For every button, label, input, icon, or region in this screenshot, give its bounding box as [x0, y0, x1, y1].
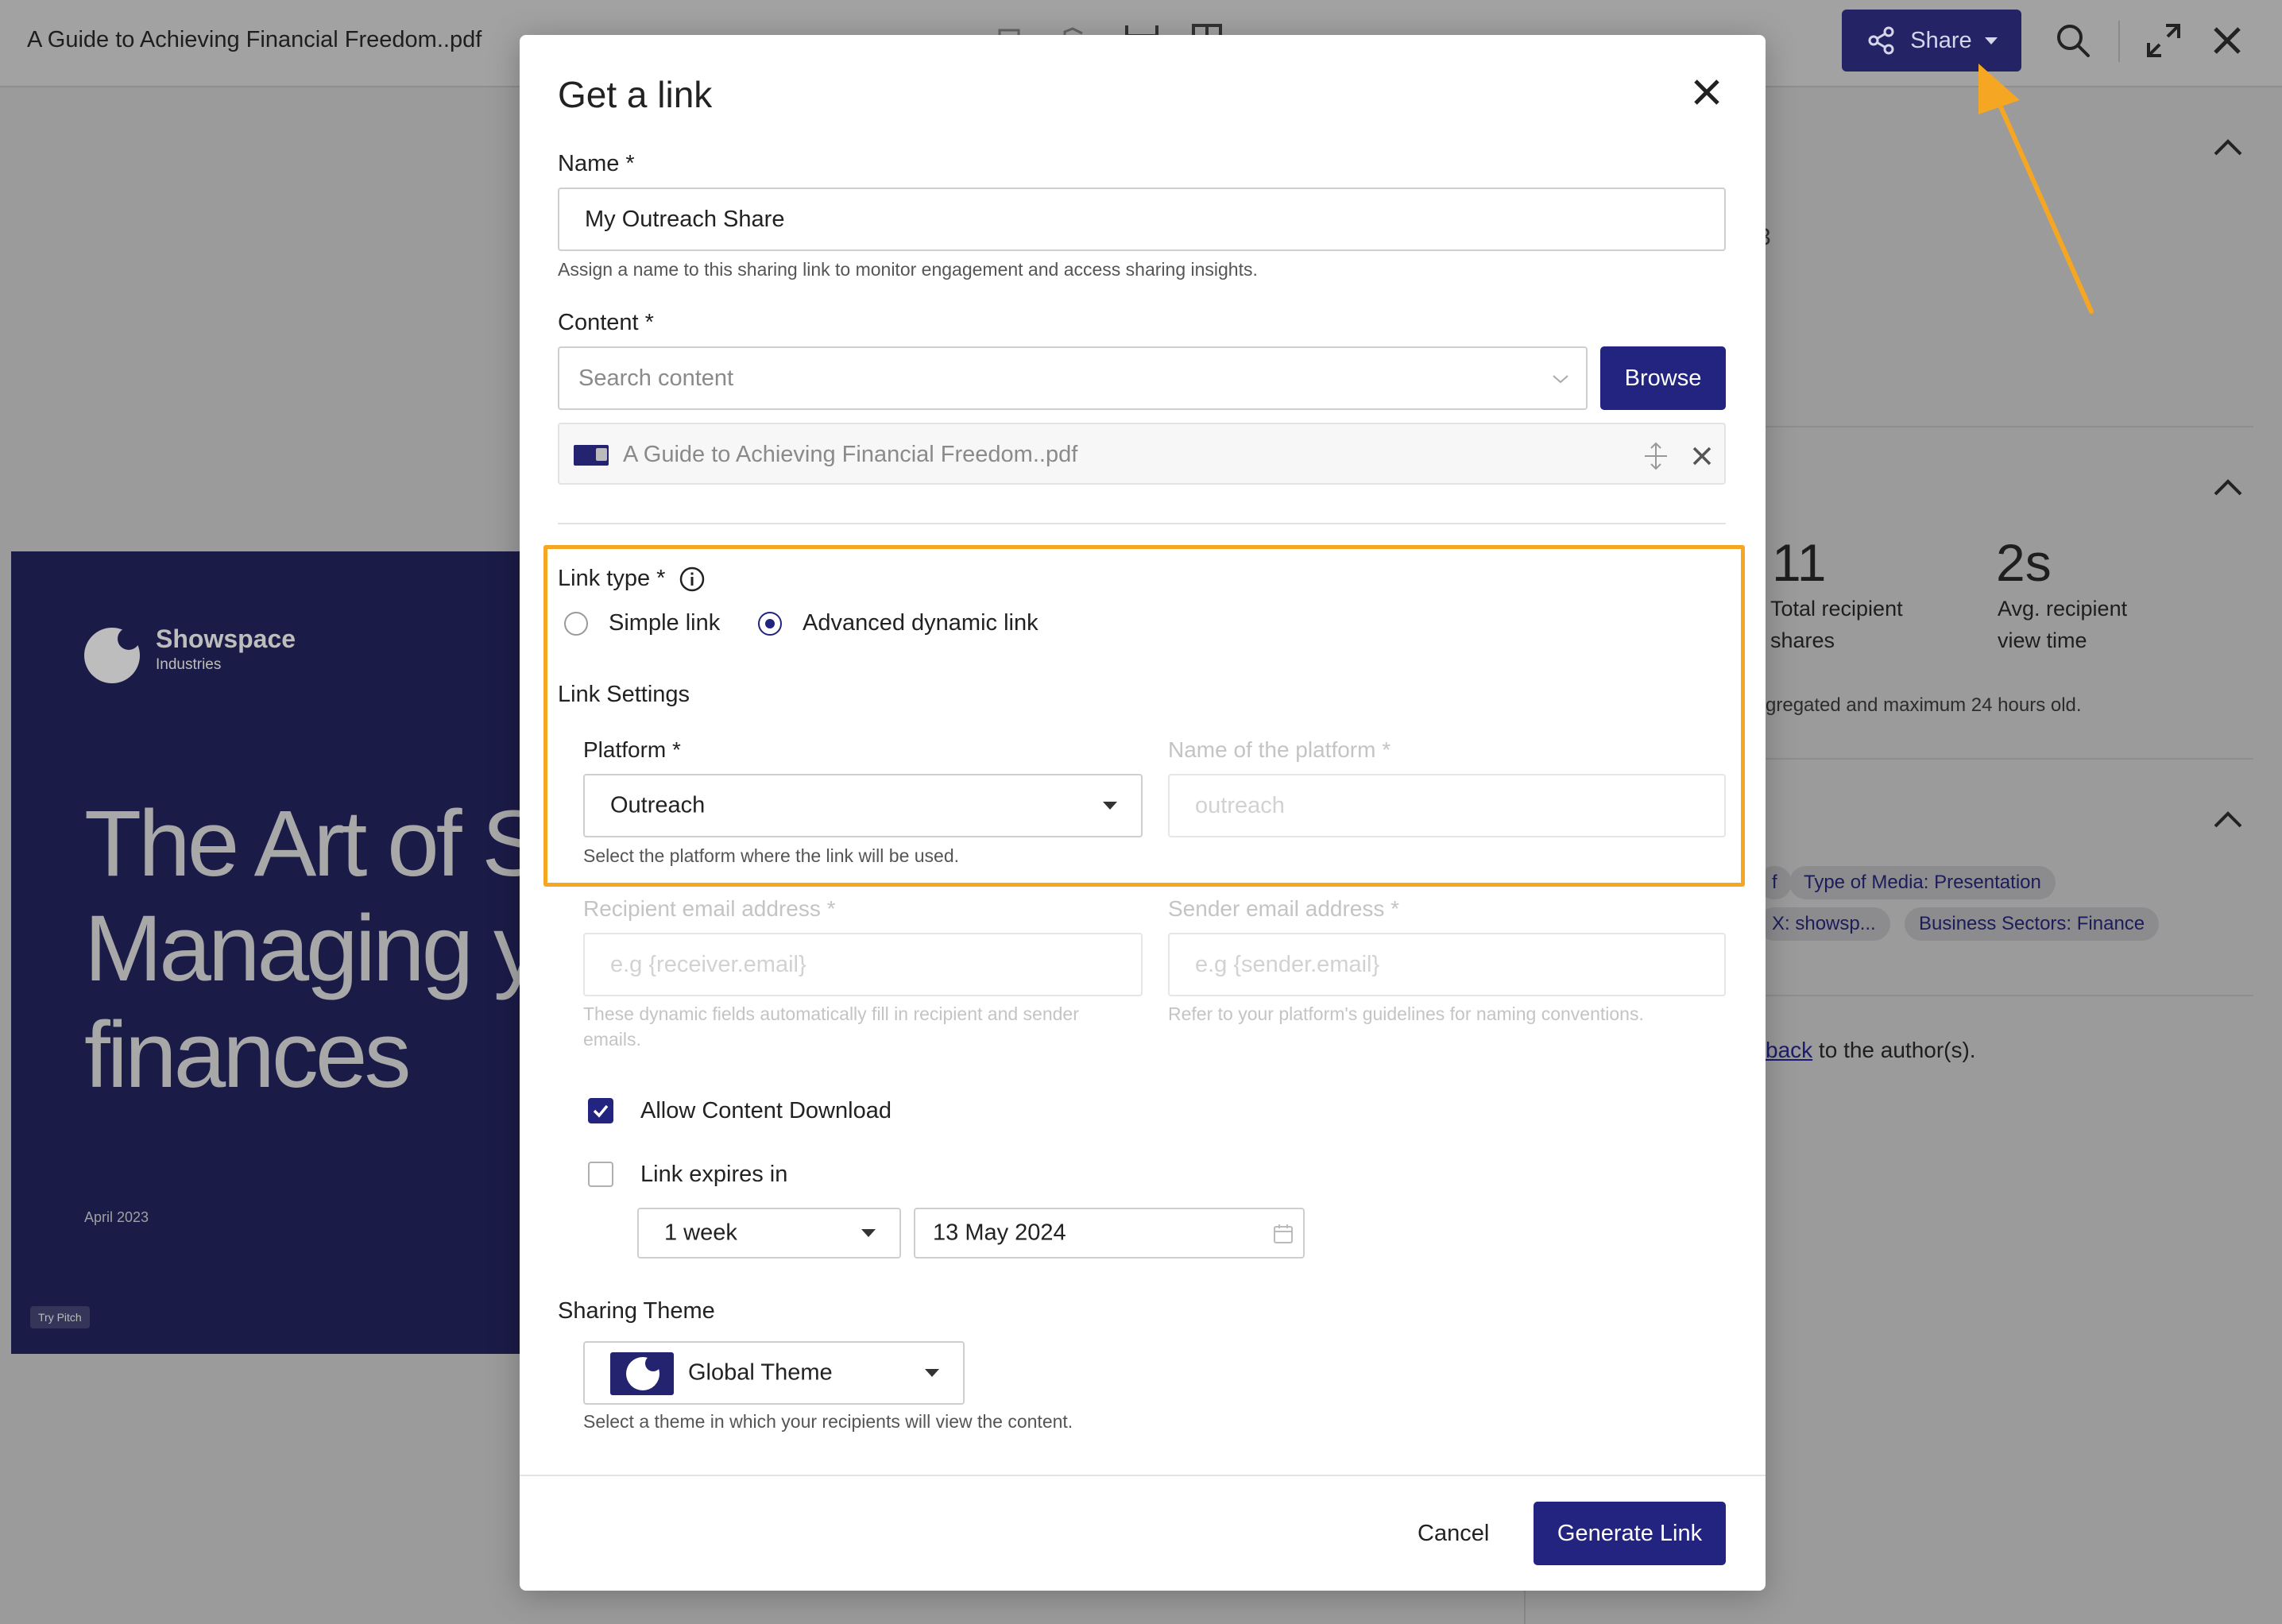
platform-label: Platform *: [583, 737, 681, 762]
feedback-text: back to the author(s).: [1766, 1038, 1976, 1062]
selected-content-item: A Guide to Achieving Financial Freedom..…: [558, 423, 1726, 485]
recipient-email-label: Recipient email address *: [583, 896, 836, 921]
chevron-down-icon: [1984, 37, 1998, 44]
stats-note: gregated and maximum 24 hours old.: [1766, 694, 2082, 716]
platform-help: Select the platform where the link will …: [583, 845, 960, 866]
platform-select[interactable]: Outreach: [583, 774, 1143, 837]
slide-headline-1: The Art of Sa: [84, 791, 551, 896]
radio-advanced-dynamic-link[interactable]: [758, 612, 782, 636]
content-label: Content *: [558, 310, 654, 335]
close-icon[interactable]: [2207, 21, 2247, 60]
caret-down-icon: [861, 1229, 876, 1237]
try-pitch-badge[interactable]: Try Pitch: [30, 1306, 90, 1328]
platform-name-label: Name of the platform *: [1168, 737, 1391, 762]
link-settings-heading: Link Settings: [558, 682, 690, 707]
allow-download-checkbox[interactable]: [588, 1098, 613, 1123]
footer-divider: [520, 1475, 1766, 1476]
platform-name-input[interactable]: [1168, 774, 1726, 837]
brand-sub: Industries: [156, 656, 222, 673]
sharing-theme-select[interactable]: Global Theme: [583, 1341, 965, 1405]
feedback-link[interactable]: back: [1766, 1038, 1812, 1062]
share-button-label: Share: [1910, 27, 1972, 53]
total-shares-value: 11: [1772, 533, 1827, 592]
tag[interactable]: X: showsp...: [1758, 907, 1890, 941]
cancel-button[interactable]: Cancel: [1418, 1521, 1489, 1547]
chevron-up-icon[interactable]: [2210, 475, 2245, 499]
platform-select-value: Outreach: [610, 792, 706, 818]
check-icon: [593, 1104, 609, 1118]
section-divider: [558, 523, 1726, 524]
total-shares-label: Total recipient shares: [1770, 597, 1903, 652]
slide-date: April 2023: [84, 1209, 149, 1225]
get-link-dialog: Get a link Name * Assign a name to this …: [520, 35, 1766, 1591]
expires-duration-value: 1 week: [664, 1220, 737, 1246]
search-icon[interactable]: [2053, 21, 2093, 60]
avg-view-time-label: Avg. recipient view time: [1998, 597, 2128, 652]
sender-email-input[interactable]: [1168, 933, 1726, 996]
sharing-theme-help: Select a theme in which your recipients …: [583, 1411, 1073, 1432]
sender-email-label: Sender email address *: [1168, 896, 1400, 921]
content-thumbnail: [574, 445, 609, 466]
advanced-dynamic-link-label[interactable]: Advanced dynamic link: [803, 610, 1039, 636]
remove-content-icon[interactable]: [1691, 445, 1713, 467]
name-help: Assign a name to this sharing link to mo…: [558, 259, 1258, 280]
allow-download-label[interactable]: Allow Content Download: [640, 1098, 892, 1124]
tag[interactable]: Business Sectors: Finance: [1905, 907, 2160, 941]
share-button[interactable]: Share: [1842, 10, 2021, 72]
caret-down-icon: [1103, 802, 1117, 810]
insights-panel: 11 Total recipient shares 2s Avg. recipi…: [1758, 86, 2282, 1624]
expires-date-value: 13 May 2024: [933, 1220, 1066, 1246]
expires-duration-select[interactable]: 1 week: [637, 1208, 901, 1259]
link-expires-checkbox[interactable]: [588, 1162, 613, 1187]
tag[interactable]: Type of Media: Presentation: [1789, 866, 2056, 899]
selected-content-name: A Guide to Achieving Financial Freedom..…: [623, 442, 1078, 467]
generate-link-button[interactable]: Generate Link: [1534, 1502, 1726, 1565]
close-icon[interactable]: [1691, 76, 1723, 108]
drag-handle-icon[interactable]: [1642, 442, 1670, 470]
link-type-label: Link type *: [558, 566, 666, 591]
slide-headline-3: finances: [84, 1003, 412, 1108]
theme-thumbnail: [610, 1352, 674, 1395]
sharing-theme-value: Global Theme: [688, 1359, 833, 1386]
info-icon[interactable]: [679, 566, 706, 593]
link-expires-label[interactable]: Link expires in: [640, 1162, 787, 1188]
simple-link-label[interactable]: Simple link: [609, 610, 720, 636]
dialog-title: Get a link: [558, 74, 713, 115]
sender-email-help: Refer to your platform's guidelines for …: [1168, 1003, 1644, 1024]
sharing-theme-label: Sharing Theme: [558, 1298, 715, 1324]
document-title: A Guide to Achieving Financial Freedom..…: [27, 27, 482, 52]
share-icon: [1868, 26, 1894, 55]
chevron-up-icon[interactable]: [2210, 135, 2245, 159]
brand-name: Showspace: [156, 624, 296, 653]
content-search-input[interactable]: [558, 346, 1588, 410]
toolbar-divider: [2118, 21, 2120, 62]
recipient-email-input[interactable]: [583, 933, 1143, 996]
name-input[interactable]: [558, 188, 1726, 251]
chevron-down-icon[interactable]: [1551, 373, 1570, 385]
radio-simple-link[interactable]: [564, 612, 588, 636]
slide-headline-2: Managing y: [84, 896, 540, 1001]
name-label: Name *: [558, 151, 635, 176]
expand-icon[interactable]: [2144, 21, 2183, 60]
calendar-icon[interactable]: [1273, 1224, 1294, 1244]
browse-button[interactable]: Browse: [1600, 346, 1726, 410]
slide-preview: Showspace Industries The Art of Sa Manag…: [11, 551, 551, 1354]
avg-view-time-value: 2s: [1996, 533, 2052, 592]
chevron-up-icon[interactable]: [2210, 807, 2245, 831]
caret-down-icon: [925, 1369, 939, 1377]
recipient-email-help: These dynamic fields automatically fill …: [583, 1003, 1079, 1050]
expires-date-input[interactable]: 13 May 2024: [914, 1208, 1305, 1259]
